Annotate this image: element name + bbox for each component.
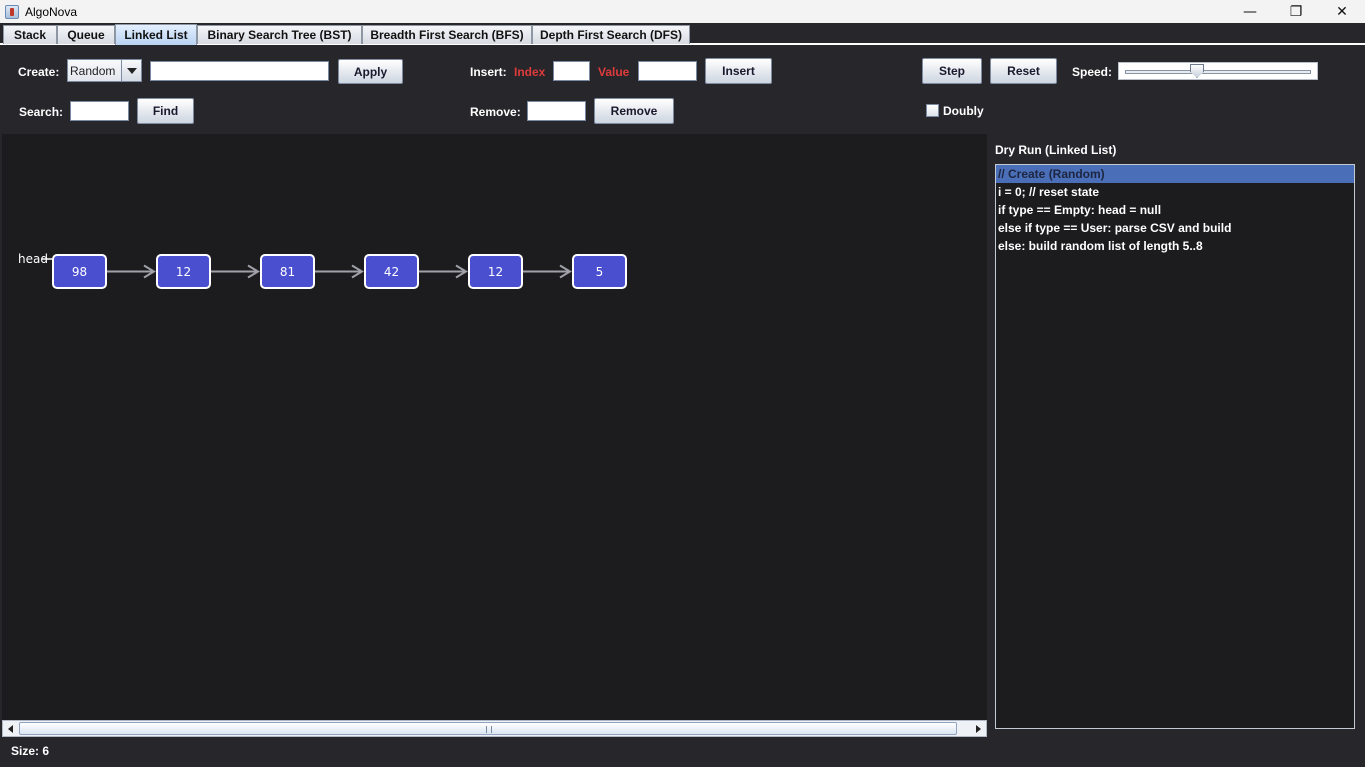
window-controls: — ❐ ✕ — [1227, 0, 1365, 23]
list-node: 42 — [364, 254, 419, 289]
dry-run-line[interactable]: // Create (Random) — [996, 165, 1354, 183]
list-node: 98 — [52, 254, 107, 289]
create-input[interactable] — [150, 61, 329, 81]
minimize-icon[interactable]: — — [1227, 0, 1273, 23]
apply-button[interactable]: Apply — [338, 59, 403, 84]
scroll-grip-icon — [486, 726, 492, 733]
dry-run-line[interactable]: if type == Empty: head = null — [996, 201, 1354, 219]
canvas-hscrollbar[interactable] — [2, 720, 987, 737]
reset-button[interactable]: Reset — [990, 58, 1057, 84]
size-status: Size: 6 — [11, 744, 50, 758]
remove-label: Remove: — [470, 105, 521, 119]
dry-run-title: Dry Run (Linked List) — [995, 143, 1117, 157]
doubly-checkbox[interactable] — [926, 104, 939, 117]
tab-dfs[interactable]: Depth First Search (DFS) — [532, 25, 690, 44]
speed-slider-track — [1125, 70, 1311, 74]
create-label: Create: — [18, 65, 60, 79]
search-label: Search: — [19, 105, 64, 119]
tab-queue[interactable]: Queue — [57, 25, 115, 44]
search-input[interactable] — [70, 101, 129, 121]
insert-label: Insert: — [470, 65, 507, 79]
speed-slider[interactable] — [1118, 62, 1318, 80]
tab-stack[interactable]: Stack — [3, 25, 57, 44]
dry-run-line[interactable]: else if type == User: parse CSV and buil… — [996, 219, 1354, 237]
list-node: 12 — [468, 254, 523, 289]
value-label: Value — [598, 65, 630, 79]
title-bar: AlgoNova — ❐ ✕ — [0, 0, 1365, 23]
insert-button[interactable]: Insert — [705, 58, 772, 84]
java-app-icon — [5, 4, 19, 19]
dry-run-list[interactable]: // Create (Random) i = 0; // reset state i… — [995, 164, 1355, 729]
window-title: AlgoNova — [25, 4, 78, 19]
speed-slider-thumb[interactable] — [1190, 64, 1204, 78]
value-input[interactable] — [638, 61, 697, 81]
dry-run-line[interactable]: else: build random list of length 5..8 — [996, 237, 1354, 255]
arrow-layer — [42, 258, 572, 279]
close-icon[interactable]: ✕ — [1319, 0, 1365, 23]
dry-run-line[interactable]: i = 0; // reset state — [996, 183, 1354, 201]
scroll-left-icon[interactable] — [3, 721, 18, 736]
scroll-thumb[interactable] — [19, 722, 957, 735]
tab-bfs[interactable]: Breadth First Search (BFS) — [362, 25, 532, 44]
tab-bar: Stack Queue Linked List Binary Search Tr… — [0, 23, 1365, 45]
find-button[interactable]: Find — [137, 98, 194, 124]
list-node: 5 — [572, 254, 627, 289]
speed-label: Speed: — [1072, 65, 1113, 79]
index-input[interactable] — [553, 61, 590, 81]
list-node: 12 — [156, 254, 211, 289]
list-node: 81 — [260, 254, 315, 289]
index-label: Index — [514, 65, 546, 79]
scroll-right-icon[interactable] — [971, 721, 986, 736]
head-label: head — [18, 252, 48, 266]
visualization-canvas: head 98 12 81 42 12 5 — [2, 134, 987, 720]
chevron-down-icon[interactable] — [121, 60, 141, 81]
create-type-select[interactable]: Random — [67, 59, 142, 82]
restore-icon[interactable]: ❐ — [1273, 0, 1319, 23]
step-button[interactable]: Step — [922, 58, 982, 84]
tab-bst[interactable]: Binary Search Tree (BST) — [197, 25, 362, 44]
doubly-label: Doubly — [943, 104, 984, 118]
create-type-value: Random — [68, 60, 121, 81]
remove-input[interactable] — [527, 101, 586, 121]
tab-linked-list[interactable]: Linked List — [115, 24, 197, 45]
remove-button[interactable]: Remove — [594, 98, 674, 124]
